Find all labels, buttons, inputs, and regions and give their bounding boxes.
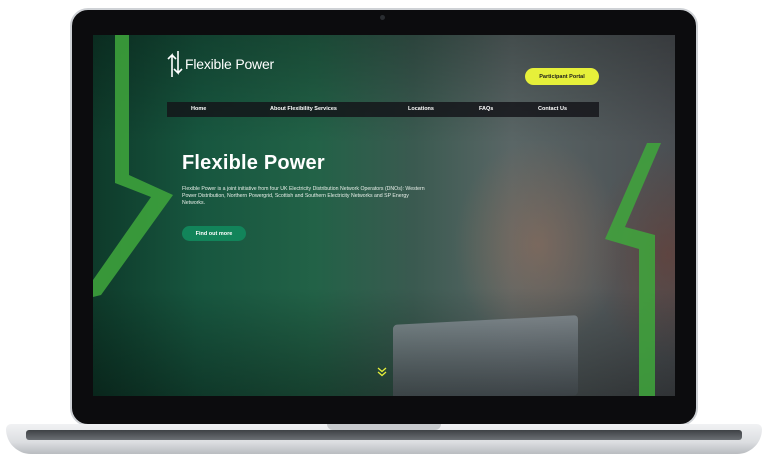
keyboard-hinge	[26, 430, 742, 440]
nav-locations[interactable]: Locations	[408, 106, 434, 112]
screen-overlay	[93, 35, 675, 396]
participant-portal-button[interactable]: Participant Portal	[525, 68, 599, 85]
hero-title: Flexible Power	[182, 152, 325, 174]
main-navigation: Home About Flexibility Services Location…	[167, 102, 599, 117]
find-out-more-button[interactable]: Find out more	[182, 226, 246, 241]
webcam	[380, 15, 385, 20]
nav-faqs[interactable]: FAQs	[479, 106, 493, 112]
website-screen: Flexible Power Participant Portal Home A…	[93, 35, 675, 396]
nav-about-flexibility-services[interactable]: About Flexibility Services	[270, 106, 337, 112]
up-down-arrows-icon	[167, 51, 183, 77]
hero-description: Flexible Power is a joint initiative fro…	[182, 186, 425, 206]
site-logo[interactable]: Flexible Power	[167, 49, 274, 79]
lid-opening-notch	[327, 424, 441, 430]
double-chevron-down-icon[interactable]	[377, 367, 387, 377]
nav-contact-us[interactable]: Contact Us	[538, 106, 567, 112]
nav-home[interactable]: Home	[191, 106, 206, 112]
logo-text: Flexible Power	[185, 56, 275, 72]
